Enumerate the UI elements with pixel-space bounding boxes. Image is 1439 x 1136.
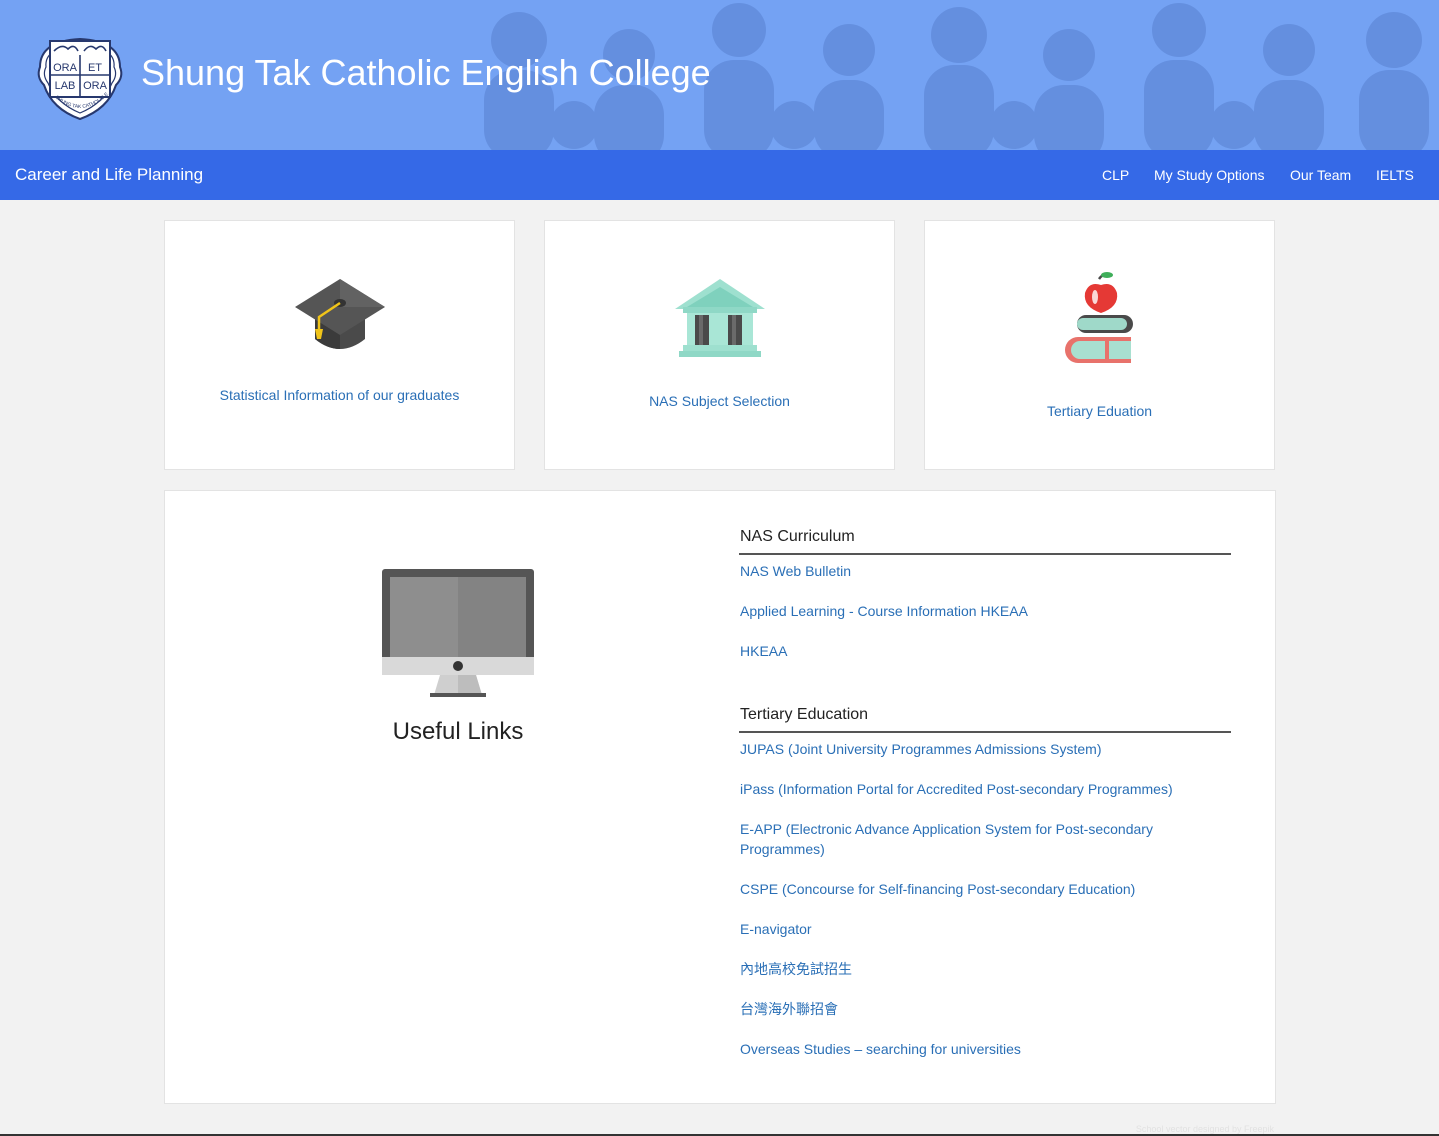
link-hkeaa[interactable]: HKEAA <box>740 641 787 661</box>
nav-item-our-team[interactable]: Our Team <box>1290 167 1351 183</box>
college-crest-logo: ORA ET LAB ORA SHUNG TAK CATHOLIC ENGLIS… <box>32 37 123 121</box>
link-e-navigator[interactable]: E-navigator <box>740 919 812 939</box>
site-title: Shung Tak Catholic English College <box>141 52 711 93</box>
footer-credit[interactable]: School vector designed by Freepik <box>1136 1124 1274 1134</box>
site-header: ORA ET LAB ORA SHUNG TAK CATHOLIC ENGLIS… <box>0 0 1439 150</box>
section-heading-tertiary-education: Tertiary Education <box>739 706 1231 733</box>
bank-building-icon <box>675 279 765 357</box>
nav-item-clp[interactable]: CLP <box>1102 167 1129 183</box>
link-e-app[interactable]: E-APP (Electronic Advance Application Sy… <box>740 819 1180 859</box>
svg-text:LAB: LAB <box>55 80 76 92</box>
card-label-statistical-information[interactable]: Statistical Information of our graduates <box>165 387 514 403</box>
card-tertiary-education[interactable]: Tertiary Eduation <box>924 220 1275 470</box>
card-label-tertiary-education[interactable]: Tertiary Eduation <box>925 403 1274 419</box>
link-ipass[interactable]: iPass (Information Portal for Accredited… <box>740 779 1173 799</box>
link-overseas-studies[interactable]: Overseas Studies – searching for univers… <box>740 1039 1021 1059</box>
link-mainland-admission[interactable]: 內地高校免試招生 <box>740 959 852 979</box>
graduation-cap-icon <box>295 279 385 349</box>
card-nas-subject-selection[interactable]: NAS Subject Selection <box>544 220 895 470</box>
card-statistical-information[interactable]: Statistical Information of our graduates <box>164 220 515 470</box>
top-navbar: Career and Life Planning CLP My Study Op… <box>0 150 1439 200</box>
link-taiwan-admission[interactable]: 台灣海外聯招會 <box>740 999 838 1019</box>
useful-links-title: Useful Links <box>392 718 524 745</box>
link-cspe[interactable]: CSPE (Concourse for Self-financing Post-… <box>740 879 1135 899</box>
link-jupas[interactable]: JUPAS (Joint University Programmes Admis… <box>740 739 1102 759</box>
card-label-nas-subject-selection[interactable]: NAS Subject Selection <box>545 393 894 409</box>
svg-text:ET: ET <box>88 62 102 74</box>
nav-item-ielts[interactable]: IELTS <box>1376 167 1414 183</box>
link-applied-learning-hkeaa[interactable]: Applied Learning - Course Information HK… <box>740 601 1028 621</box>
svg-text:ORA: ORA <box>83 80 108 92</box>
svg-text:ORA: ORA <box>53 62 78 74</box>
computer-monitor-icon <box>382 569 534 697</box>
apple-books-icon <box>1065 272 1133 363</box>
navbar-brand[interactable]: Career and Life Planning <box>15 165 203 185</box>
useful-links-panel: Useful Links NAS Curriculum NAS Web Bull… <box>164 490 1276 1104</box>
link-nas-web-bulletin[interactable]: NAS Web Bulletin <box>740 561 851 581</box>
nav-item-my-study-options[interactable]: My Study Options <box>1154 167 1265 183</box>
section-heading-nas-curriculum: NAS Curriculum <box>739 528 1231 555</box>
